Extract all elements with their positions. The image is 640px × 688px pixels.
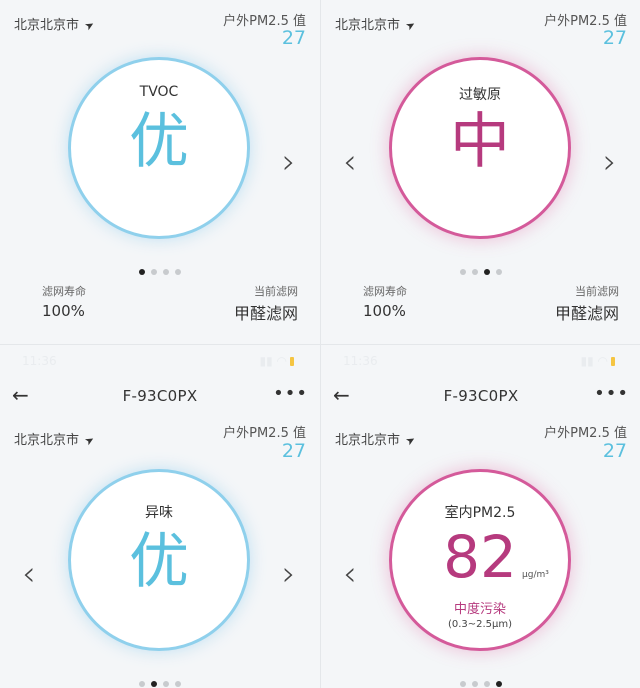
filter-life-value: 100% xyxy=(42,302,85,320)
status-time: 11:36 xyxy=(22,354,57,368)
filter-life-label: 滤网寿命 xyxy=(363,285,407,298)
chevron-left-icon[interactable]: ‹ xyxy=(343,557,357,591)
page-dot[interactable] xyxy=(151,681,157,687)
nav-bar: ← F-93C0PX ••• xyxy=(0,383,320,411)
pm25-unit: μg/m³ xyxy=(522,570,549,580)
metric-label: TVOC xyxy=(139,84,179,100)
page-dot[interactable] xyxy=(139,269,145,275)
signal-icon: ▮▮ xyxy=(259,354,273,368)
location-arrow-icon: ➤ xyxy=(403,17,418,34)
battery-icon xyxy=(611,357,615,366)
page-indicator xyxy=(0,260,320,275)
pm25-value: 82 xyxy=(443,523,517,591)
filter-life-value: 100% xyxy=(363,302,406,320)
status-time: 11:36 xyxy=(343,354,378,368)
metric-label: 异味 xyxy=(145,505,173,521)
air-quality-ring: 过敏原 中 xyxy=(389,57,571,239)
page-dot[interactable] xyxy=(484,269,490,275)
outdoor-pm25-value: 27 xyxy=(281,440,306,462)
location-arrow-icon: ➤ xyxy=(403,432,418,449)
location-text: 北京北京市 xyxy=(14,433,80,448)
outdoor-pm25-value: 27 xyxy=(602,440,627,462)
location-selector[interactable]: 北京北京市 ➤ xyxy=(335,14,418,34)
wifi-icon: ◠ xyxy=(276,354,287,368)
page-dot[interactable] xyxy=(175,681,181,687)
nav-bar: ← F-93C0PX ••• xyxy=(321,383,640,411)
location-selector[interactable]: 北京北京市 ➤ xyxy=(14,14,97,34)
chevron-right-icon[interactable]: › xyxy=(282,145,296,179)
panel-indoor-pm25: 11:36 ▮▮ ◠ ← F-93C0PX ••• 北京北京市 ➤ 户外PM2.5… xyxy=(320,344,640,688)
chevron-right-icon[interactable]: › xyxy=(282,557,296,591)
location-selector[interactable]: 北京北京市 ➤ xyxy=(335,429,418,449)
outdoor-pm25-label: 户外PM2.5 值 xyxy=(223,426,306,441)
metric-label: 室内PM2.5 xyxy=(444,505,516,521)
status-bar: 11:36 ▮▮ ◠ xyxy=(0,345,320,375)
page-dot[interactable] xyxy=(496,681,502,687)
battery-icon xyxy=(290,357,294,366)
current-filter-label: 当前滤网 xyxy=(575,285,619,298)
metric-grade: 优 xyxy=(129,107,189,177)
panel-tvoc: 北京北京市 ➤ 户外PM2.5 值 27 TVOC 优 › 滤网寿命 100% 当… xyxy=(0,0,320,344)
status-bar: 11:36 ▮▮ ◠ xyxy=(321,345,640,375)
page-dot[interactable] xyxy=(163,269,169,275)
location-arrow-icon: ➤ xyxy=(82,17,97,34)
status-icons: ▮▮ ◠ xyxy=(259,354,294,368)
page-dot[interactable] xyxy=(163,681,169,687)
particle-range: (0.3~2.5μm) xyxy=(447,619,513,630)
filter-life-label: 滤网寿命 xyxy=(42,285,86,298)
air-quality-ring: TVOC 优 xyxy=(68,57,250,239)
location-selector[interactable]: 北京北京市 ➤ xyxy=(14,429,97,449)
panel-odor: 11:36 ▮▮ ◠ ← F-93C0PX ••• 北京北京市 ➤ 户外PM2.5… xyxy=(0,344,320,688)
air-quality-ring: 室内PM2.5 82 μg/m³ 中度污染 (0.3~2.5μm) xyxy=(389,469,571,651)
air-quality-ring: 异味 优 xyxy=(68,469,250,651)
page-dot[interactable] xyxy=(139,681,145,687)
metric-grade: 优 xyxy=(129,527,189,597)
metric-grade: 中 xyxy=(450,107,510,177)
chevron-left-icon[interactable]: ‹ xyxy=(22,557,36,591)
page-dot[interactable] xyxy=(460,681,466,687)
location-arrow-icon: ➤ xyxy=(82,432,97,449)
current-filter-value: 甲醛滤网 xyxy=(233,304,298,323)
page-dot[interactable] xyxy=(175,269,181,275)
location-text: 北京北京市 xyxy=(335,18,401,33)
current-filter-value: 甲醛滤网 xyxy=(554,304,619,323)
outdoor-pm25-label: 户外PM2.5 值 xyxy=(544,426,627,441)
page-indicator xyxy=(321,672,640,687)
page-indicator xyxy=(321,260,640,275)
signal-icon: ▮▮ xyxy=(580,354,594,368)
page-dot[interactable] xyxy=(496,269,502,275)
chevron-left-icon[interactable]: ‹ xyxy=(343,145,357,179)
outdoor-pm25-value: 27 xyxy=(602,27,627,49)
current-filter-label: 当前滤网 xyxy=(254,285,298,298)
page-indicator xyxy=(0,672,320,687)
location-text: 北京北京市 xyxy=(14,18,80,33)
status-icons: ▮▮ ◠ xyxy=(580,354,615,368)
page-dot[interactable] xyxy=(460,269,466,275)
page-dot[interactable] xyxy=(151,269,157,275)
device-title: F-93C0PX xyxy=(122,387,198,405)
outdoor-pm25-value: 27 xyxy=(281,27,306,49)
wifi-icon: ◠ xyxy=(597,354,608,368)
page-dot[interactable] xyxy=(472,269,478,275)
device-title: F-93C0PX xyxy=(443,387,519,405)
pollution-level: 中度污染 xyxy=(453,602,506,617)
location-text: 北京北京市 xyxy=(335,433,401,448)
chevron-right-icon[interactable]: › xyxy=(603,145,617,179)
page-dot[interactable] xyxy=(472,681,478,687)
more-icon[interactable]: ••• xyxy=(273,383,308,404)
page-dot[interactable] xyxy=(484,681,490,687)
more-icon[interactable]: ••• xyxy=(594,383,629,404)
metric-label: 过敏原 xyxy=(459,87,501,103)
panel-allergen: 北京北京市 ➤ 户外PM2.5 值 27 ‹ 过敏原 中 › 滤网寿命 100% … xyxy=(320,0,640,344)
